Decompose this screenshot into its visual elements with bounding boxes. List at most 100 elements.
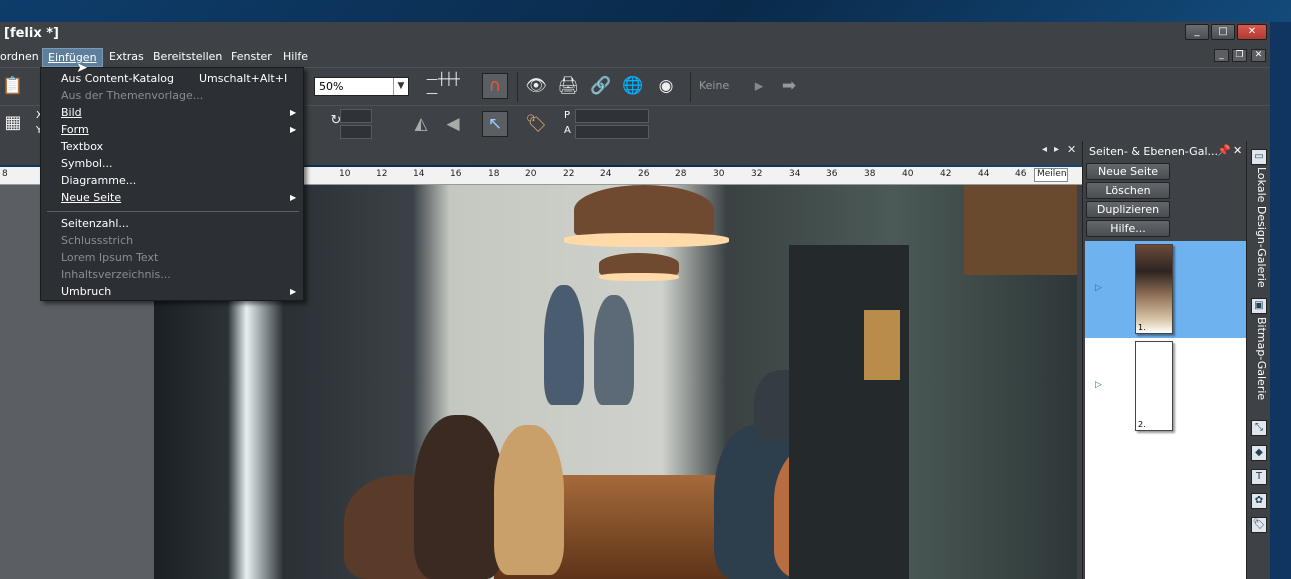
- ruler-number: 38: [864, 169, 876, 179]
- menu-einfuegen[interactable]: Einfügen: [42, 48, 103, 67]
- selector-tool-icon[interactable]: ↖: [482, 111, 508, 137]
- expand-arrow-icon[interactable]: ▷: [1095, 380, 1102, 390]
- close-tab-icon[interactable]: ✕: [1067, 143, 1076, 156]
- submenu-arrow-icon: ▶: [290, 193, 297, 202]
- panel-close-icon[interactable]: ✕: [1233, 144, 1242, 157]
- delete-button[interactable]: Löschen: [1086, 182, 1170, 199]
- wall-frame: [964, 185, 1078, 275]
- chevron-down-icon[interactable]: ▼: [393, 78, 408, 95]
- label-icon[interactable]: 🏷: [1251, 517, 1267, 533]
- menu-separator: [47, 211, 299, 212]
- pin-icon[interactable]: 📌: [1217, 144, 1231, 157]
- transform-icon[interactable]: ⤡: [1251, 420, 1267, 436]
- ruler-number: 16: [450, 169, 462, 179]
- menu-item-new-page[interactable]: Neue Seite: [61, 191, 121, 204]
- menu-item-toc[interactable]: Inhaltsverzeichnis...: [61, 268, 171, 281]
- tab-bitmap-gallery[interactable]: Bitmap-Galerie: [1250, 317, 1268, 400]
- menu-item-form[interactable]: Form: [61, 123, 89, 136]
- lamp-shade: [574, 185, 714, 235]
- page-number: 2.: [1138, 420, 1146, 429]
- link-icon[interactable]: 🔗: [588, 73, 614, 99]
- step-forward-icon[interactable]: ▸: [746, 73, 772, 99]
- a-field[interactable]: [575, 125, 649, 139]
- menu-item-symbol[interactable]: Symbol...: [61, 157, 112, 170]
- publish-icon[interactable]: ◉: [653, 73, 679, 99]
- lamp-glow: [599, 273, 679, 281]
- page-thumbnail[interactable]: 1.: [1135, 244, 1173, 334]
- bitmap-icon[interactable]: ▣: [1251, 298, 1267, 314]
- ruler-unit-selector[interactable]: Meilen: [1034, 168, 1068, 182]
- menu-item-lorem-ipsum[interactable]: Lorem Ipsum Text: [61, 251, 158, 264]
- rotation-field[interactable]: [340, 109, 372, 123]
- zoom-value: 50%: [319, 80, 344, 93]
- ruler-number: 20: [525, 169, 537, 179]
- text-icon[interactable]: T: [1251, 469, 1267, 485]
- menu-item-page-number[interactable]: Seitenzahl...: [61, 217, 129, 230]
- page-layer-gallery: Seiten- & Ebenen-Gal... 📌 ✕ Neue Seite L…: [1082, 141, 1247, 579]
- minimize-button[interactable]: _: [1185, 24, 1209, 40]
- menu-item-textbox[interactable]: Textbox: [61, 140, 103, 153]
- doc-close-button[interactable]: ✕: [1251, 49, 1266, 62]
- web-preview-icon[interactable]: 👁: [523, 73, 549, 99]
- person: [594, 295, 634, 405]
- desktop-right-edge: [1270, 22, 1291, 579]
- page-thumbnail[interactable]: 2.: [1135, 341, 1173, 431]
- menu-item-break[interactable]: Umbruch: [61, 285, 111, 298]
- submenu-arrow-icon: ▶: [290, 287, 297, 296]
- menu-anordnen[interactable]: ordnen: [0, 50, 39, 63]
- menu-fenster[interactable]: Fenster: [231, 50, 272, 63]
- gallery-side-tabs: ▭ Lokale Design-Galerie ▣ Bitmap-Galerie…: [1246, 141, 1270, 579]
- menu-hilfe[interactable]: Hilfe: [283, 50, 308, 63]
- p-label: P: [564, 110, 571, 121]
- ruler-number: 34: [789, 169, 801, 179]
- zoom-select[interactable]: 50% ▼: [314, 77, 409, 96]
- duplicate-button[interactable]: Duplizieren: [1086, 201, 1170, 218]
- flip-vertical-icon[interactable]: ◀: [440, 111, 466, 137]
- menu-item-bild[interactable]: Bild: [61, 106, 82, 119]
- menu-item-diagramme[interactable]: Diagramme...: [61, 174, 136, 187]
- p-field[interactable]: [575, 109, 649, 123]
- flip-horizontal-icon[interactable]: ◭: [408, 111, 434, 137]
- ruler-number: 26: [638, 169, 650, 179]
- close-button[interactable]: ✕: [1237, 24, 1267, 40]
- ruler-number: 24: [600, 169, 612, 179]
- title-bar: [felix *] _ □ ✕: [0, 22, 1270, 46]
- keine-label: Keine: [699, 79, 730, 92]
- page-row-selected[interactable]: ▷ 1.: [1085, 241, 1247, 338]
- ruler-number: 10: [339, 169, 351, 179]
- menu-item-theme-template[interactable]: Aus der Themenvorlage...: [61, 89, 203, 102]
- shortcut-label: Umschalt+Alt+I: [199, 72, 288, 85]
- web-check-icon[interactable]: 🌐: [620, 73, 646, 99]
- toolbar-divider: [690, 72, 691, 102]
- paste-icon[interactable]: 📋: [0, 73, 26, 99]
- menu-item-end-mark[interactable]: Schlussstrich: [61, 234, 133, 247]
- a-label: A: [564, 125, 571, 136]
- fill-icon[interactable]: ◆: [1251, 445, 1267, 461]
- menu-extras[interactable]: Extras: [109, 50, 144, 63]
- ruler-number: 12: [376, 169, 388, 179]
- folder-icon[interactable]: ▭: [1251, 149, 1267, 165]
- maximize-button[interactable]: □: [1211, 24, 1235, 40]
- next-tab-icon[interactable]: ▸: [1054, 144, 1059, 155]
- tag-icon[interactable]: 🏷: [523, 111, 549, 137]
- doc-minimize-button[interactable]: _: [1214, 49, 1229, 62]
- menu-bereitstellen[interactable]: Bereitstellen: [153, 50, 222, 63]
- tab-local-design-gallery[interactable]: Lokale Design-Galerie: [1250, 167, 1268, 288]
- window-title: [felix *]: [4, 26, 59, 41]
- arrow-right-icon[interactable]: ➡: [776, 73, 802, 99]
- magnet-snap-icon[interactable]: ∩: [482, 73, 508, 99]
- doc-restore-button[interactable]: ❐: [1232, 49, 1247, 62]
- prev-tab-icon[interactable]: ◂: [1042, 144, 1047, 155]
- grid-icon[interactable]: ▦: [0, 109, 26, 135]
- help-button[interactable]: Hilfe...: [1086, 220, 1170, 237]
- lamp-shade: [599, 253, 679, 275]
- ruler-number: 14: [413, 169, 425, 179]
- color-icon[interactable]: ✿: [1251, 493, 1267, 509]
- print-preview-icon[interactable]: 🖨: [555, 73, 581, 99]
- ruler-number: 30: [713, 169, 725, 179]
- zoom-slider-icon[interactable]: —┼┼┼—: [426, 72, 466, 100]
- new-page-button[interactable]: Neue Seite: [1086, 163, 1170, 180]
- expand-arrow-icon[interactable]: ▷: [1095, 283, 1102, 293]
- skew-field[interactable]: [340, 125, 372, 139]
- doorway: [789, 245, 909, 579]
